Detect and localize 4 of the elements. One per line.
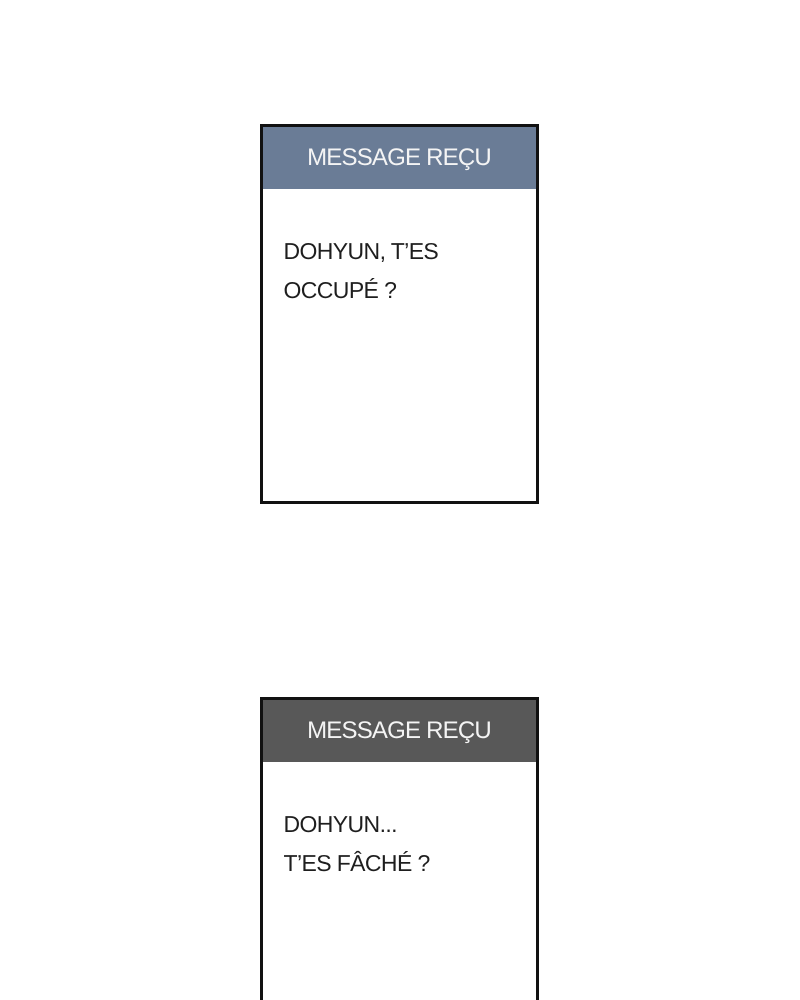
- message-header: MESSAGE REÇU: [262, 127, 536, 189]
- message-text: DOHYUN... T’ES FÂCHÉ ?: [284, 810, 431, 878]
- message-header: MESSAGE REÇU: [262, 700, 536, 762]
- message-text: DOHYUN, T’ES OCCUPÉ ?: [284, 237, 440, 305]
